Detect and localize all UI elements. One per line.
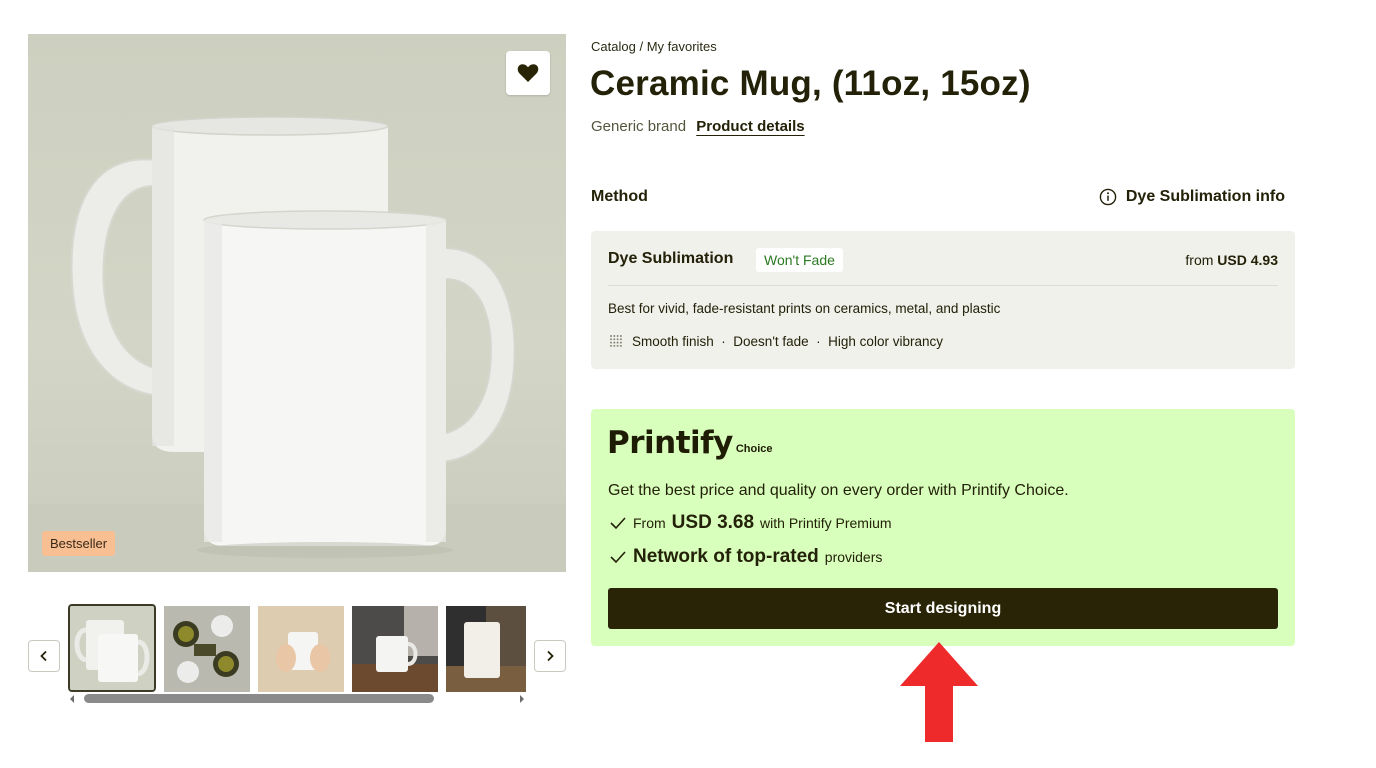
thumbnail-2[interactable] xyxy=(164,606,250,692)
thumbnail-5[interactable] xyxy=(446,606,526,692)
thumbnail-prev-button[interactable] xyxy=(28,640,60,672)
dotted-grid-icon xyxy=(610,335,622,347)
method-name: Dye Sublimation xyxy=(608,250,734,267)
info-icon xyxy=(1099,188,1117,206)
printify-choice-logo: Printify Choice xyxy=(607,427,773,459)
printify-logo-wordmark: Printify xyxy=(607,425,733,461)
method-option-card[interactable]: Dye Sublimation Won't Fade from USD 4.93… xyxy=(591,231,1295,369)
choice-benefit-price: From USD 3.68 with Printify Premium xyxy=(609,512,892,534)
method-features-text: Smooth finish · Doesn't fade · High colo… xyxy=(632,333,943,349)
benefit-price-value: USD 3.68 xyxy=(671,512,755,533)
method-price: from USD 4.93 xyxy=(1185,252,1278,268)
annotation-arrow-icon xyxy=(900,642,978,742)
favorite-button[interactable] xyxy=(506,51,550,95)
choice-description: Get the best price and quality on every … xyxy=(608,482,1069,499)
chevron-left-icon xyxy=(40,650,47,662)
method-heading: Method xyxy=(591,188,648,205)
method-divider xyxy=(608,285,1278,286)
checkmark-icon xyxy=(610,551,626,564)
thumbnail-table-mug-image xyxy=(352,606,438,692)
thumbnail-1[interactable] xyxy=(68,604,156,692)
heart-icon xyxy=(517,64,539,82)
thumbnail-patterned-mugs-image xyxy=(164,606,250,692)
breadcrumb-favorites-link[interactable]: My favorites xyxy=(647,39,717,54)
dye-sublimation-info-label: Dye Sublimation info xyxy=(1125,188,1285,205)
breadcrumb-catalog-link[interactable]: Catalog xyxy=(591,39,636,54)
chevron-right-icon xyxy=(547,650,554,662)
choice-benefit-network: Network of top-rated providers xyxy=(609,546,882,568)
brand-name: Generic brand xyxy=(591,118,687,135)
thumbnail-3[interactable] xyxy=(258,606,344,692)
method-features: Smooth finish · Doesn't fade · High colo… xyxy=(608,333,943,349)
dye-sublimation-info-link[interactable]: Dye Sublimation info xyxy=(1099,188,1285,206)
page-title: Ceramic Mug, (11oz, 15oz) xyxy=(590,64,1031,103)
method-price-prefix: from xyxy=(1185,252,1214,268)
scroll-right-arrow-icon[interactable] xyxy=(520,695,524,703)
scroll-left-arrow-icon[interactable] xyxy=(70,695,74,703)
benefit-price-suffix: with Printify Premium xyxy=(760,515,892,531)
thumbnail-4[interactable] xyxy=(352,606,438,692)
mugs-illustration xyxy=(70,116,516,558)
thumbnail-scrollbar[interactable] xyxy=(68,693,526,705)
thumbnail-strip xyxy=(68,604,526,692)
breadcrumb: Catalog / My favorites xyxy=(591,39,717,54)
thumbnail-hands-mug-image xyxy=(258,606,344,692)
brand-line: Generic brand Product details xyxy=(591,118,805,135)
scrollbar-thumb[interactable] xyxy=(84,694,434,703)
checkmark-icon xyxy=(610,517,626,530)
product-main-image: Bestseller xyxy=(28,34,566,572)
start-designing-button[interactable]: Start designing xyxy=(608,588,1278,629)
printify-logo-choice: Choice xyxy=(735,443,773,455)
thumbnail-next-button[interactable] xyxy=(534,640,566,672)
printify-choice-card: Printify Choice Get the best price and q… xyxy=(591,409,1295,646)
bestseller-badge: Bestseller xyxy=(42,531,116,556)
method-description: Best for vivid, fade-resistant prints on… xyxy=(608,301,1001,316)
benefit-network-suffix: providers xyxy=(824,549,883,565)
benefit-price-prefix: From xyxy=(633,515,666,531)
breadcrumb-separator: / xyxy=(639,39,644,54)
product-details-link[interactable]: Product details xyxy=(696,118,804,135)
benefit-network-highlight: Network of top-rated xyxy=(633,546,819,567)
method-price-value: USD 4.93 xyxy=(1217,252,1278,268)
thumbnail-desk-mug-image xyxy=(446,606,526,692)
thumbnail-mugs-image xyxy=(70,606,154,690)
wont-fade-badge: Won't Fade xyxy=(756,248,843,272)
